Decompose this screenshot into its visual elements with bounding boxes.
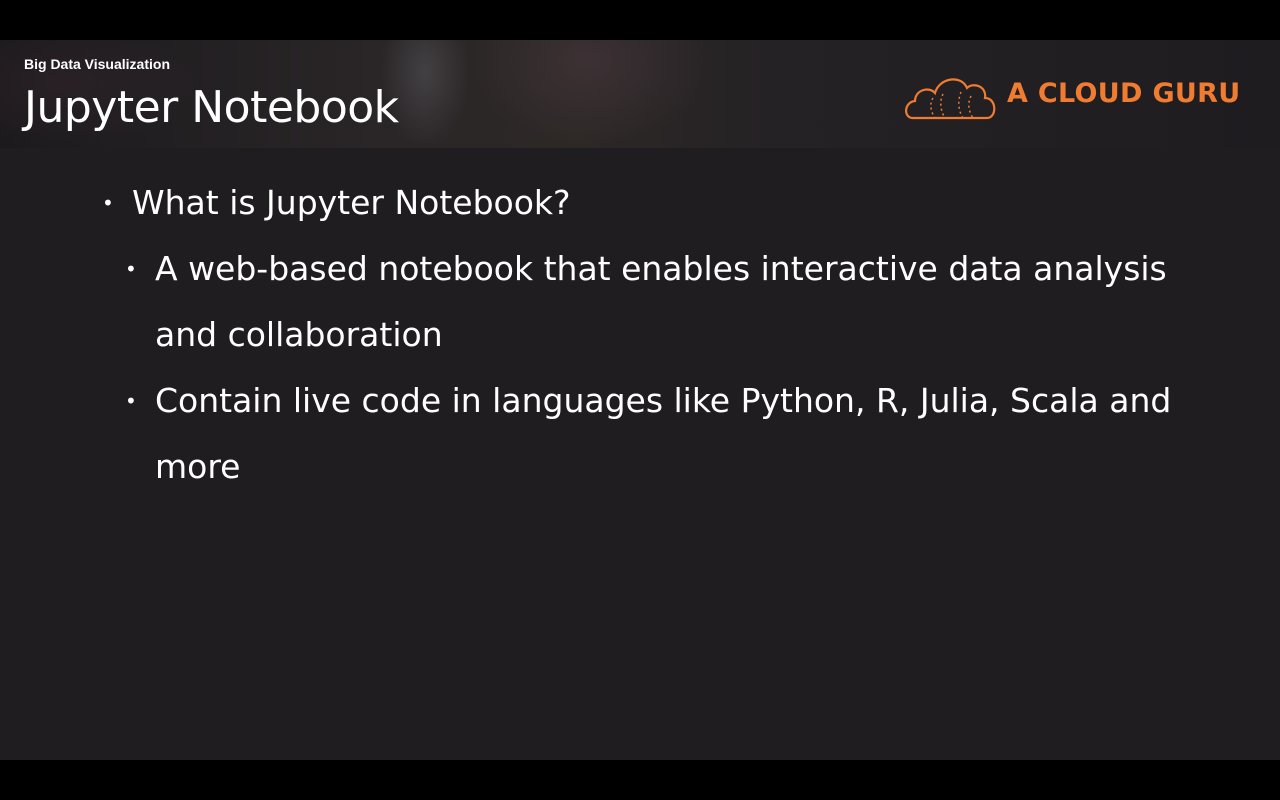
- slide: Big Data Visualization Jupyter Notebook …: [0, 40, 1280, 760]
- bullet-text: Contain live code in languages like Pyth…: [155, 381, 1172, 486]
- logo-text: A CLOUD GURU: [1007, 78, 1241, 109]
- sub-bullet-item: • Contain live code in languages like Py…: [125, 368, 1235, 500]
- letterbox-bottom: [0, 760, 1280, 800]
- bullet-text: A web-based notebook that enables intera…: [155, 249, 1167, 354]
- bullet-item: • What is Jupyter Notebook?: [102, 170, 1232, 236]
- sub-bullet-item: • A web-based notebook that enables inte…: [125, 236, 1235, 368]
- background-video-shape: [470, 40, 710, 148]
- cloud-logo-icon: [905, 78, 996, 120]
- bullet-dot-icon: •: [125, 257, 137, 281]
- course-subtitle: Big Data Visualization: [24, 56, 170, 72]
- bullet-dot-icon: •: [102, 191, 114, 215]
- slide-header: Big Data Visualization Jupyter Notebook …: [0, 40, 1280, 148]
- slide-title: Jupyter Notebook: [24, 82, 399, 133]
- brand-logo: A CLOUD GURU: [905, 68, 1245, 124]
- bullet-dot-icon: •: [125, 389, 137, 413]
- bullet-text: What is Jupyter Notebook?: [132, 183, 571, 222]
- letterbox-top: [0, 0, 1280, 40]
